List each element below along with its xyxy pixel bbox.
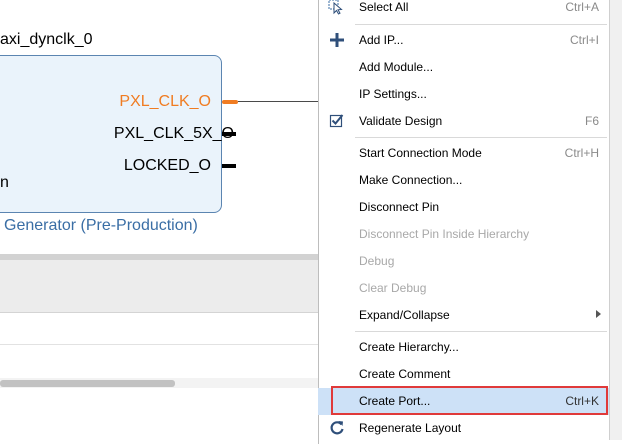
- menu-scroll-strip: [609, 0, 622, 440]
- menu-item-label: Debug: [359, 254, 395, 268]
- menu-separator: [355, 137, 607, 138]
- menu-item-label: Disconnect Pin Inside Hierarchy: [359, 227, 530, 241]
- menu-item-label: Create Hierarchy...: [359, 340, 459, 354]
- block-design-canvas[interactable]: axi_dynclk_0 PXL_CLK_O PXL_CLK_5X_O LOCK…: [0, 0, 318, 254]
- menu-item-add-ip[interactable]: Add IP... Ctrl+I: [318, 27, 609, 54]
- menu-item-label: Add IP...: [359, 33, 404, 47]
- submenu-arrow-icon: [596, 310, 601, 318]
- menu-item-label: Select All: [359, 0, 409, 14]
- port-pin-locked[interactable]: [222, 164, 236, 168]
- port-label-locked: LOCKED_O: [123, 157, 211, 174]
- select-all-cursor-icon: [328, 0, 346, 16]
- checkbox-check-icon: [328, 112, 346, 130]
- menu-item-regenerate-layout[interactable]: Regenerate Layout: [318, 415, 609, 442]
- menu-item-shortcut: Ctrl+A: [565, 0, 599, 14]
- menu-item-disconnect-pin-inside-hierarchy: Disconnect Pin Inside Hierarchy: [318, 221, 609, 248]
- horizontal-scrollbar-thumb[interactable]: [0, 380, 175, 387]
- menu-item-disconnect-pin[interactable]: Disconnect Pin: [318, 194, 609, 221]
- menu-item-shortcut: Ctrl+H: [564, 146, 599, 160]
- menu-item-label: Make Connection...: [359, 173, 463, 187]
- menu-item-shortcut: Ctrl+I: [569, 33, 599, 47]
- panel-row: [0, 345, 318, 440]
- port-label-pxl-clk: PXL_CLK_O: [119, 93, 211, 110]
- port-pin-pxl-clk-5x[interactable]: [222, 132, 236, 136]
- menu-item-label: Expand/Collapse: [359, 308, 450, 322]
- menu-item-expand-collapse[interactable]: Expand/Collapse: [318, 302, 609, 329]
- panel-row: [0, 313, 318, 345]
- menu-separator: [355, 24, 607, 25]
- menu-item-label: Add Module...: [359, 60, 434, 74]
- menu-item-ip-settings[interactable]: IP Settings...: [318, 81, 609, 108]
- refresh-icon: [328, 419, 346, 437]
- ip-block-title: Generator (Pre-Production): [4, 217, 198, 234]
- port-label-pxl-clk-5x: PXL_CLK_5X_O: [113, 125, 234, 142]
- menu-item-make-connection[interactable]: Make Connection...: [318, 167, 609, 194]
- menu-item-clear-debug: Clear Debug: [318, 275, 609, 302]
- menu-item-select-all[interactable]: Select All Ctrl+A: [318, 0, 609, 21]
- plus-icon: [328, 31, 346, 49]
- menu-item-debug: Debug: [318, 248, 609, 275]
- menu-item-label: Start Connection Mode: [359, 146, 482, 160]
- menu-item-shortcut: F6: [584, 114, 599, 128]
- menu-item-label: Create Comment: [359, 367, 451, 381]
- menu-item-label: Clear Debug: [359, 281, 427, 295]
- block-instance-name: axi_dynclk_0: [0, 31, 93, 48]
- menu-item-create-comment[interactable]: Create Comment: [318, 361, 609, 388]
- port-pin-pxl-clk[interactable]: [222, 100, 238, 104]
- menu-item-add-module[interactable]: Add Module...: [318, 54, 609, 81]
- net-wire[interactable]: [238, 101, 318, 102]
- menu-item-validate-design[interactable]: Validate Design F6: [318, 108, 609, 135]
- menu-item-create-hierarchy[interactable]: Create Hierarchy...: [318, 334, 609, 361]
- menu-separator: [355, 331, 607, 332]
- port-label-partial: n: [0, 174, 9, 191]
- menu-item-label: IP Settings...: [359, 87, 427, 101]
- highlight-callout: [331, 386, 608, 415]
- panel-header: [0, 260, 318, 313]
- menu-item-label: Disconnect Pin: [359, 200, 440, 214]
- menu-item-start-connection-mode[interactable]: Start Connection Mode Ctrl+H: [318, 140, 609, 167]
- menu-item-label: Validate Design: [359, 114, 443, 128]
- menu-item-label: Regenerate Layout: [359, 421, 462, 435]
